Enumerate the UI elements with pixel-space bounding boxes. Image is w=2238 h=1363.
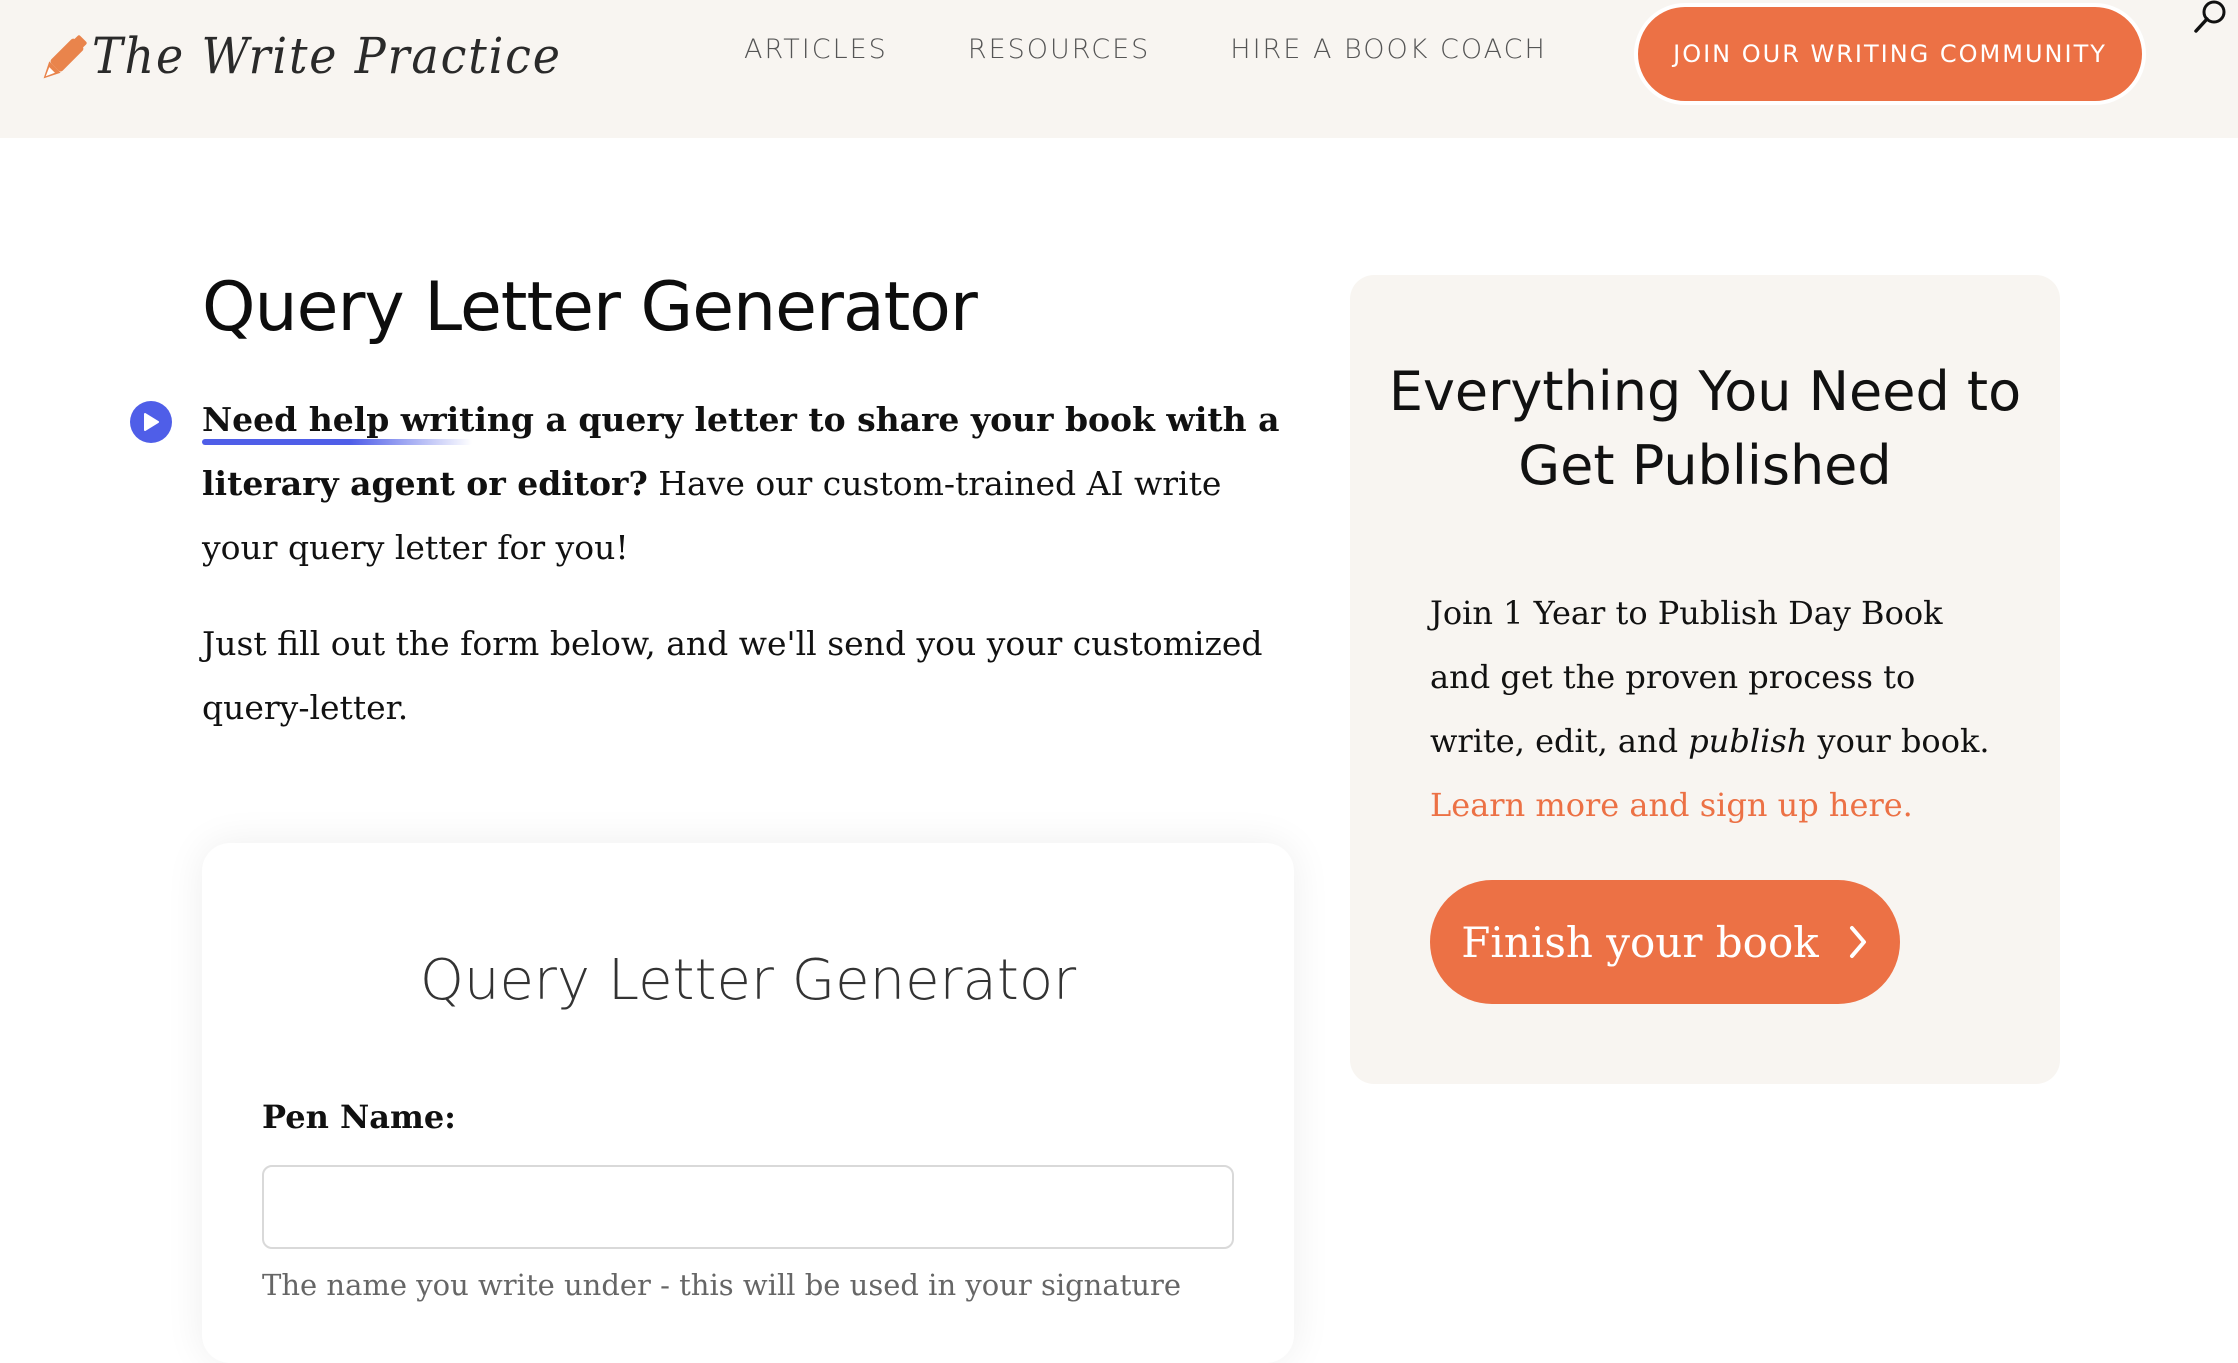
nav-resources[interactable]: RESOURCES — [968, 30, 1150, 70]
learn-more-link[interactable]: Learn more and sign up here. — [1430, 786, 1913, 824]
logo-text: The Write Practice — [92, 27, 562, 85]
pencil-icon — [43, 35, 87, 79]
site-header: The Write Practice ARTICLES RESOURCES HI… — [0, 0, 2238, 138]
promo-title: Everything You Need to Get Published — [1388, 360, 2022, 497]
page-title: Query Letter Generator — [202, 268, 978, 347]
highlighted-phrase: Need help writing — [202, 400, 534, 445]
chevron-right-icon — [1849, 926, 1866, 958]
form-title: Query Letter Generator — [419, 948, 1077, 1013]
intro-paragraph: Need help writing a query letter to shar… — [202, 388, 1292, 580]
join-community-button[interactable]: JOIN OUR WRITING COMMUNITY — [1634, 3, 2146, 105]
nav-articles[interactable]: ARTICLES — [744, 30, 888, 70]
pen-name-help: The name you write under - this will be … — [262, 1268, 1181, 1302]
finish-your-book-button[interactable]: Finish your book — [1430, 880, 1900, 1004]
pen-name-label: Pen Name: — [262, 1098, 456, 1136]
pen-name-input[interactable] — [262, 1165, 1234, 1249]
highlight-underline — [202, 439, 472, 445]
play-icon — [144, 413, 159, 431]
instructions-paragraph: Just fill out the form below, and we'll … — [202, 624, 1263, 727]
finish-button-label: Finish your book — [1461, 917, 1819, 967]
search-icon[interactable] — [2190, 0, 2230, 36]
promo-text: Join 1 Year to Publish Day Book and get … — [1430, 594, 1990, 824]
nav-hire-book-coach[interactable]: HIRE A BOOK COACH — [1230, 30, 1547, 70]
play-audio-button[interactable] — [130, 401, 172, 443]
query-letter-form: Query Letter Generator Pen Name: The nam… — [202, 843, 1294, 1363]
site-logo[interactable]: The Write Practice — [36, 26, 603, 86]
main-nav: ARTICLES RESOURCES HIRE A BOOK COACH — [744, 30, 1627, 70]
promo-card: Everything You Need to Get Published Joi… — [1350, 275, 2060, 1084]
